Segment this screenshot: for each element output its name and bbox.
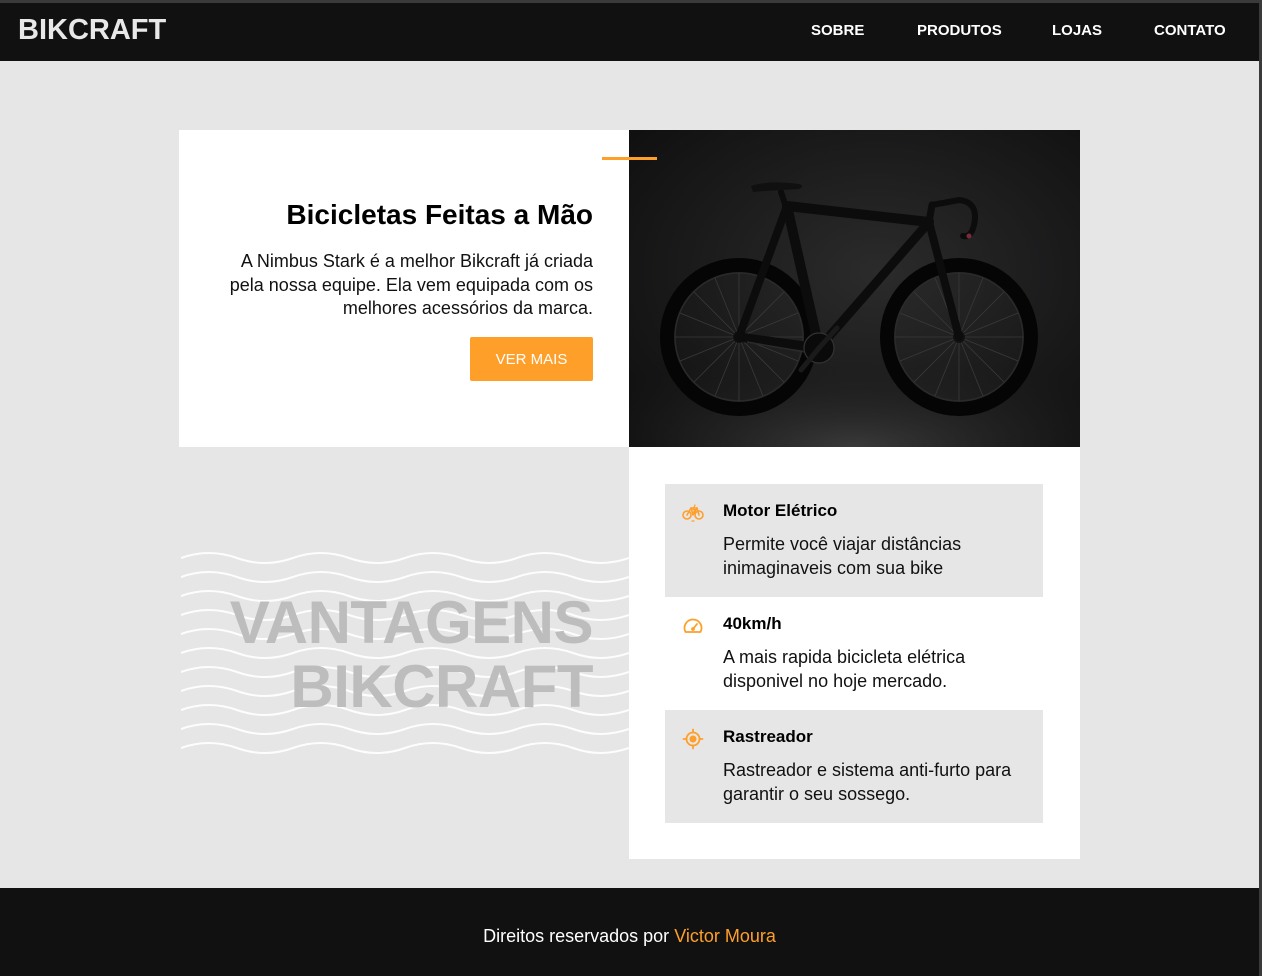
site-header: BIKCRAFT SOBRE PRODUTOS LOJAS CONTATO (0, 3, 1259, 61)
page: BIKCRAFT SOBRE PRODUTOS LOJAS CONTATO Bi… (0, 3, 1259, 976)
vantagens-list: Motor Elétrico Permite você viajar distâ… (629, 447, 1080, 859)
footer-text: Direitos reservados por Victor Moura (0, 926, 1259, 947)
vantagem-item-motor: Motor Elétrico Permite você viajar distâ… (665, 484, 1043, 597)
vantagens-title-line1: VANTAGENS (229, 589, 594, 656)
intro-description: A Nimbus Stark é a melhor Bikcraft já cr… (229, 251, 593, 318)
road-bicycle-illustration (629, 182, 1080, 447)
saddle (751, 182, 802, 192)
nav-produtos[interactable]: PRODUTOS (917, 22, 1002, 39)
speedometer-icon (683, 618, 703, 633)
footer-copyright: Direitos reservados por (483, 926, 670, 946)
vantagem-description: Permite você viajar distâncias inimagina… (723, 534, 962, 578)
nav-lojas[interactable]: LOJAS (1052, 22, 1102, 39)
vantagem-title: 40km/h (723, 614, 782, 633)
bicycle-image (629, 130, 1080, 447)
main-nav: SOBRE PRODUTOS LOJAS CONTATO (0, 22, 1259, 42)
vantagem-title: Rastreador (723, 727, 813, 746)
vantagem-description: A mais rapida bicicleta elétrica disponi… (723, 647, 966, 691)
vantagens-title: VANTAGENS BIKCRAFT (229, 589, 594, 720)
site-footer: Direitos reservados por Victor Moura (0, 888, 1259, 976)
vantagem-item-velocidade: 40km/h A mais rapida bicicleta elétrica … (665, 597, 1043, 710)
vantagens-title-line2: BIKCRAFT (290, 653, 593, 720)
nav-contato[interactable]: CONTATO (1154, 22, 1226, 39)
vantagem-title: Motor Elétrico (723, 501, 838, 520)
target-icon (682, 728, 704, 750)
vantagem-description: Rastreador e sistema anti-furto para gar… (723, 760, 1012, 804)
vantagem-item-rastreador: Rastreador Rastreador e sistema anti-fur… (665, 710, 1043, 823)
accent-line (602, 157, 657, 160)
ver-mais-button[interactable]: VER MAIS (470, 337, 593, 381)
nav-sobre[interactable]: SOBRE (811, 22, 864, 39)
intro-section: Bicicletas Feitas a Mão A Nimbus Stark é… (179, 130, 629, 447)
footer-author-link[interactable]: Victor Moura (674, 926, 776, 946)
vantagens-heading-area: VANTAGENS BIKCRAFT (181, 548, 629, 758)
electric-bike-icon (682, 504, 704, 522)
intro-title: Bicicletas Feitas a Mão (286, 199, 593, 230)
